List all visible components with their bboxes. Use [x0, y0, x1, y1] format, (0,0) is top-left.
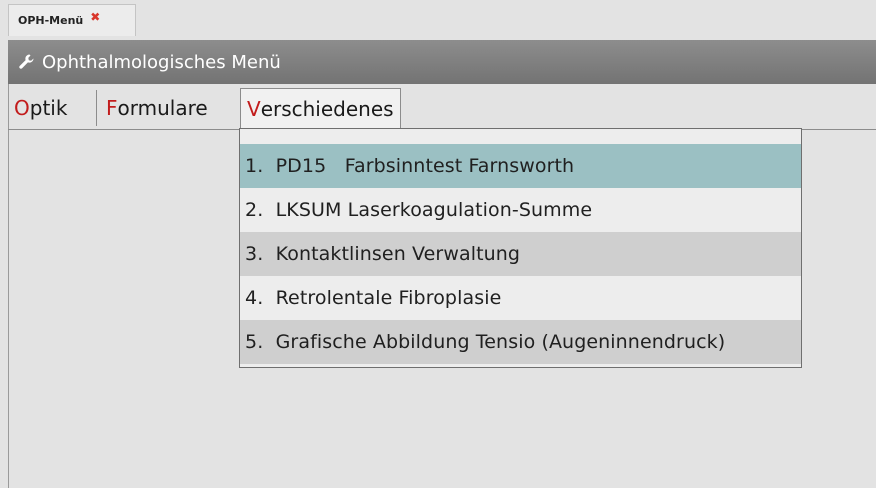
menu-item-laserkoagulation[interactable]: 2. LKSUM Laserkoagulation-Summe	[240, 188, 801, 232]
window-titlebar: Ophthalmologisches Menü	[8, 40, 876, 84]
menu-tab-verschiedenes[interactable]: Verschiedenes	[240, 88, 401, 130]
document-tabbar: OPH-Menü ✖	[0, 0, 876, 36]
menubar: Optik Formulare Verschiedenes	[8, 86, 876, 130]
doc-tab-oph-menu[interactable]: OPH-Menü ✖	[8, 4, 136, 36]
window-title: Ophthalmologisches Menü	[42, 51, 281, 73]
menu-item-fibroplasie[interactable]: 4. Retrolentale Fibroplasie	[240, 276, 801, 320]
menu-item-kontaktlinsen[interactable]: 3. Kontaktlinsen Verwaltung	[240, 232, 801, 276]
menu-tab-formulare[interactable]: Formulare	[100, 88, 214, 128]
menu-mnemonic: V	[247, 97, 261, 121]
doc-tab-label: OPH-Menü	[18, 14, 84, 27]
menu-tab-optik[interactable]: Optik	[8, 88, 73, 128]
menu-label: ormulare	[117, 96, 208, 120]
verschiedenes-dropdown-menu: 1. PD15 Farbsinntest Farnsworth 2. LKSUM…	[239, 128, 802, 368]
close-icon[interactable]: ✖	[90, 10, 100, 24]
menu-label: erschiedenes	[260, 97, 394, 121]
menu-item-tensio-grafik[interactable]: 5. Grafische Abbildung Tensio (Augeninne…	[240, 320, 801, 364]
menu-label: ptik	[29, 96, 68, 120]
menu-mnemonic: F	[106, 96, 118, 120]
menu-separator	[96, 90, 97, 126]
wrench-icon	[18, 53, 36, 71]
dropdown-spacer	[240, 129, 801, 144]
menu-mnemonic: O	[14, 96, 30, 120]
menu-item-farbsinntest[interactable]: 1. PD15 Farbsinntest Farnsworth	[240, 144, 801, 188]
